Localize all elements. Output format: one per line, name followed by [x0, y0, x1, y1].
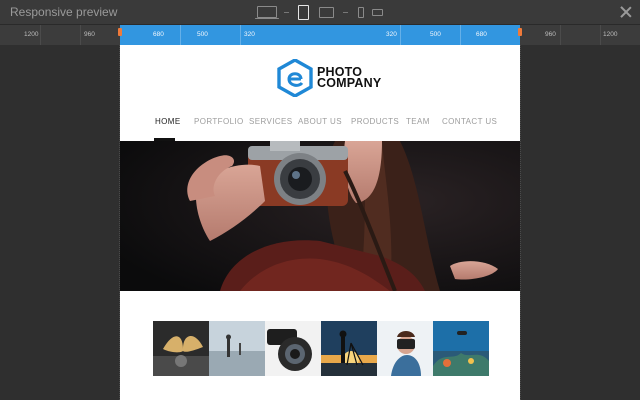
- window-title: Responsive preview: [10, 5, 118, 19]
- ruler-label: 1200: [603, 31, 618, 38]
- nav-home[interactable]: HOME: [155, 117, 181, 126]
- right-resize-handle[interactable]: [518, 28, 522, 36]
- site-logo[interactable]: PHOTO COMPANY: [277, 59, 397, 99]
- nav-products[interactable]: PRODUCTS: [351, 117, 399, 126]
- device-switcher: [255, 4, 395, 22]
- gallery-thumb-sunset[interactable]: [321, 321, 377, 376]
- nav-services[interactable]: SERVICES: [249, 117, 293, 126]
- logo-line-2: COMPANY: [317, 76, 382, 90]
- ruler-label: 320: [244, 31, 255, 38]
- nav-about-us[interactable]: ABOUT US: [298, 117, 342, 126]
- gallery-thumb-camera-lens[interactable]: [265, 321, 321, 376]
- nav-contact-us[interactable]: CONTACT US: [442, 117, 497, 126]
- gallery-strip: [153, 321, 489, 376]
- nav-team[interactable]: TEAM: [406, 117, 430, 126]
- phone-portrait-device-icon[interactable]: [358, 4, 366, 22]
- ruler-label: 960: [545, 31, 556, 38]
- gallery-thumb-butterfly[interactable]: [153, 321, 209, 376]
- width-ruler: 1200 960 680 500 320 320 500 680 960 120…: [0, 25, 640, 45]
- ruler-label: 500: [197, 31, 208, 38]
- site-nav: HOME PORTFOLIO SERVICES ABOUT US PRODUCT…: [120, 117, 520, 143]
- gallery-thumb-beach[interactable]: [209, 321, 265, 376]
- preview-viewport: PHOTO COMPANY HOME PORTFOLIO SERVICES AB…: [120, 45, 520, 400]
- phone-landscape-device-icon[interactable]: [372, 4, 386, 22]
- tablet-landscape-device-icon[interactable]: [319, 4, 337, 22]
- nav-portfolio[interactable]: PORTFOLIO: [194, 117, 244, 126]
- left-resize-handle[interactable]: [118, 28, 122, 36]
- ruler-label: 680: [476, 31, 487, 38]
- desktop-device-icon[interactable]: [255, 4, 279, 22]
- gallery-thumb-photographer[interactable]: [377, 321, 433, 376]
- gallery-thumb-coral-reef[interactable]: [433, 321, 489, 376]
- ruler-label: 500: [430, 31, 441, 38]
- tablet-portrait-device-icon[interactable]: [298, 4, 312, 22]
- ruler-label: 1200: [24, 31, 39, 38]
- close-icon[interactable]: [618, 4, 634, 20]
- hexagon-logo-icon: [277, 59, 313, 97]
- hero-image: [120, 141, 520, 291]
- ruler-label: 320: [386, 31, 397, 38]
- preview-toolbar: Responsive preview: [0, 0, 640, 25]
- ruler-label: 960: [84, 31, 95, 38]
- ruler-label: 680: [153, 31, 164, 38]
